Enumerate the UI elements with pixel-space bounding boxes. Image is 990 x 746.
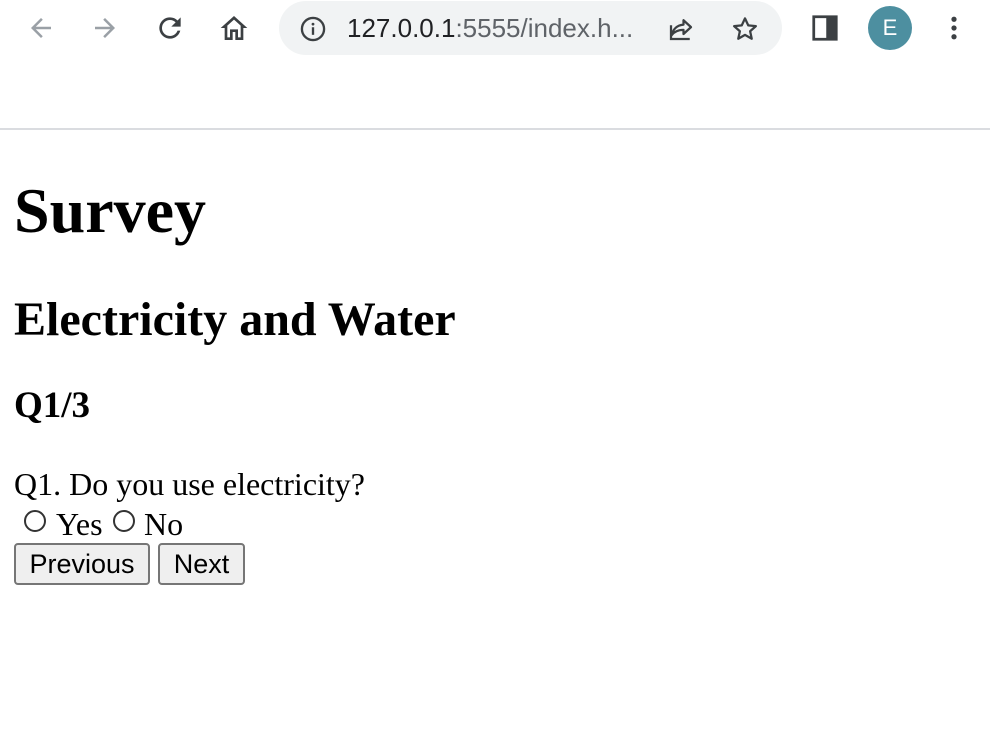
option-label-yes[interactable]: Yes [56,506,103,542]
question-progress: Q1/3 [14,385,91,426]
side-panel-icon [812,15,838,41]
url-text[interactable]: 127.0.0.1:5555/index.h... [347,13,647,43]
more-vertical-icon [951,16,957,40]
arrow-left-icon [31,18,51,38]
url-path: :5555/index.h... [455,13,634,43]
side-panel-button[interactable] [805,8,845,48]
toolbar-divider [0,128,990,130]
radio-yes[interactable] [24,510,46,532]
avatar-initial: E [882,15,898,40]
share-icon[interactable] [665,13,697,45]
browser-toolbar: 127.0.0.1:5555/index.h... E [0,0,990,56]
reload-icon [159,17,181,39]
forward-button[interactable] [85,8,125,48]
radio-no[interactable] [113,510,135,532]
option-label-no[interactable]: No [144,506,183,542]
question-text: Q1. Do you use electricity? [14,466,365,502]
answer-options: Yes No [14,506,414,542]
home-button[interactable] [214,8,254,48]
profile-avatar[interactable]: E [868,6,912,50]
page-title: Survey [14,175,206,246]
home-icon [220,16,248,40]
arrow-right-icon [95,18,115,38]
reload-button[interactable] [150,8,190,48]
address-bar[interactable]: 127.0.0.1:5555/index.h... [279,1,782,55]
next-button[interactable]: Next [158,543,245,585]
info-icon[interactable] [299,15,327,43]
section-title: Electricity and Water [14,293,456,346]
url-host: 127.0.0.1 [347,13,456,43]
back-button[interactable] [21,8,61,48]
browser-menu-button[interactable] [934,8,974,48]
star-icon[interactable] [729,13,761,45]
previous-button[interactable]: Previous [14,543,150,585]
